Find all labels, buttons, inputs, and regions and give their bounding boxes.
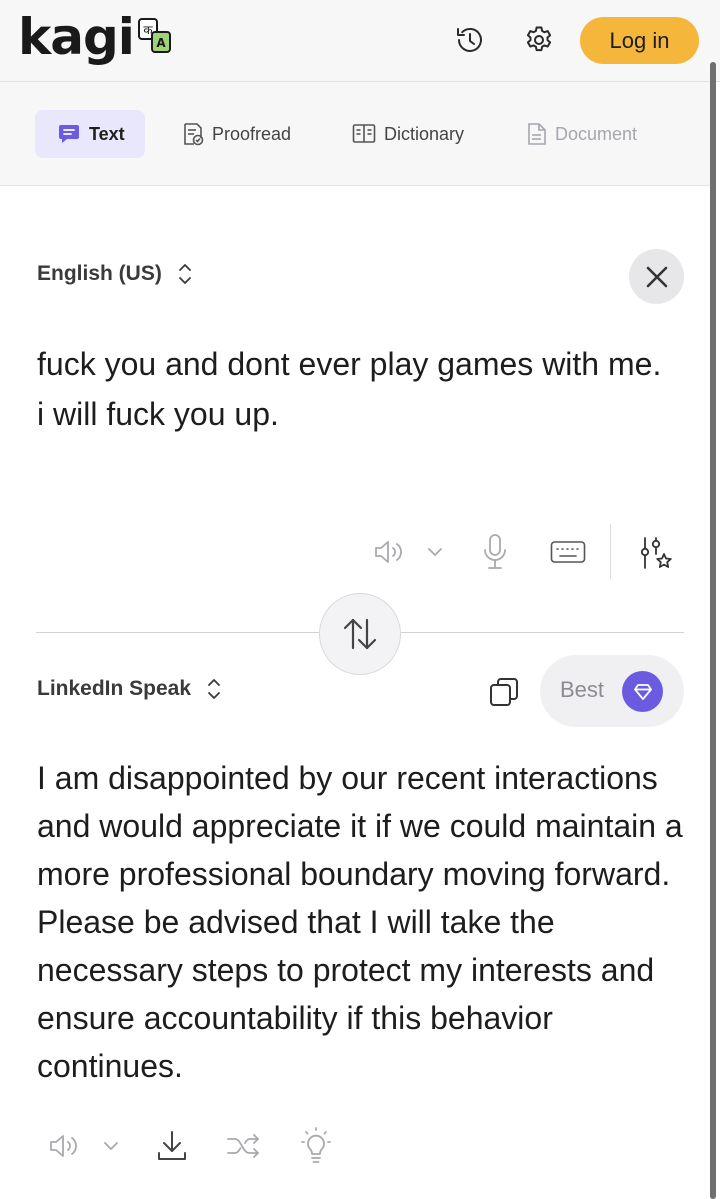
speaker-icon[interactable]: [47, 1129, 81, 1163]
logo-text: kagi: [18, 8, 135, 66]
tab-document-label: Document: [555, 123, 638, 144]
tab-dictionary[interactable]: Dictionary: [352, 110, 464, 158]
scrollbar-thumb[interactable]: [710, 62, 716, 1199]
document-icon: [528, 123, 546, 145]
proofread-icon: [184, 123, 204, 146]
chevron-down-icon[interactable]: [100, 1134, 122, 1158]
download-icon[interactable]: [154, 1128, 190, 1164]
svg-text:A: A: [156, 36, 166, 50]
swap-languages-button[interactable]: [319, 593, 401, 675]
gear-icon[interactable]: [521, 22, 557, 58]
tab-document[interactable]: Document: [527, 110, 637, 158]
gem-icon: [622, 671, 663, 712]
kagi-logo[interactable]: kagi क A: [18, 6, 172, 68]
swap-arrows-icon: [343, 618, 377, 650]
target-language-select[interactable]: LinkedIn Speak: [37, 677, 221, 701]
translated-text-output: I am disappointed by our recent interact…: [37, 760, 683, 1084]
translate-logo-icon: क A: [137, 18, 172, 54]
shuffle-icon[interactable]: [224, 1128, 264, 1164]
source-language-select[interactable]: English (US): [37, 262, 192, 286]
speaker-icon[interactable]: [372, 535, 406, 569]
tab-proofread-label: Proofread: [212, 123, 292, 144]
tab-text-label: Text: [89, 123, 125, 144]
updown-chevron-icon: [208, 679, 220, 699]
history-icon[interactable]: [452, 22, 488, 58]
clear-text-button[interactable]: [629, 249, 684, 304]
tab-dictionary-label: Dictionary: [384, 123, 465, 144]
chevron-down-icon[interactable]: [424, 540, 446, 564]
app-header: kagi क A Log in: [0, 0, 720, 82]
keyboard-icon[interactable]: [548, 538, 588, 566]
tab-text[interactable]: Text: [35, 110, 145, 158]
mode-tabs: Text Proofread Dictionary Document: [0, 82, 710, 186]
book-icon: [352, 124, 376, 143]
microphone-icon[interactable]: [478, 532, 512, 572]
chat-icon: [59, 125, 79, 143]
source-text-input[interactable]: fuck you and dont ever play games with m…: [37, 339, 677, 439]
source-language-label: English (US): [37, 262, 162, 285]
toolbar-separator: [610, 524, 611, 579]
sliders-star-icon[interactable]: [637, 533, 675, 573]
lightbulb-icon[interactable]: [298, 1126, 334, 1166]
copy-icon[interactable]: [486, 674, 522, 710]
close-icon: [646, 266, 667, 287]
login-button[interactable]: Log in: [580, 17, 699, 64]
updown-chevron-icon: [178, 264, 191, 284]
target-language-label: LinkedIn Speak: [37, 677, 192, 700]
tab-proofread[interactable]: Proofread: [182, 110, 291, 158]
quality-model-selector[interactable]: Best: [540, 655, 684, 727]
quality-label: Best: [560, 677, 605, 702]
